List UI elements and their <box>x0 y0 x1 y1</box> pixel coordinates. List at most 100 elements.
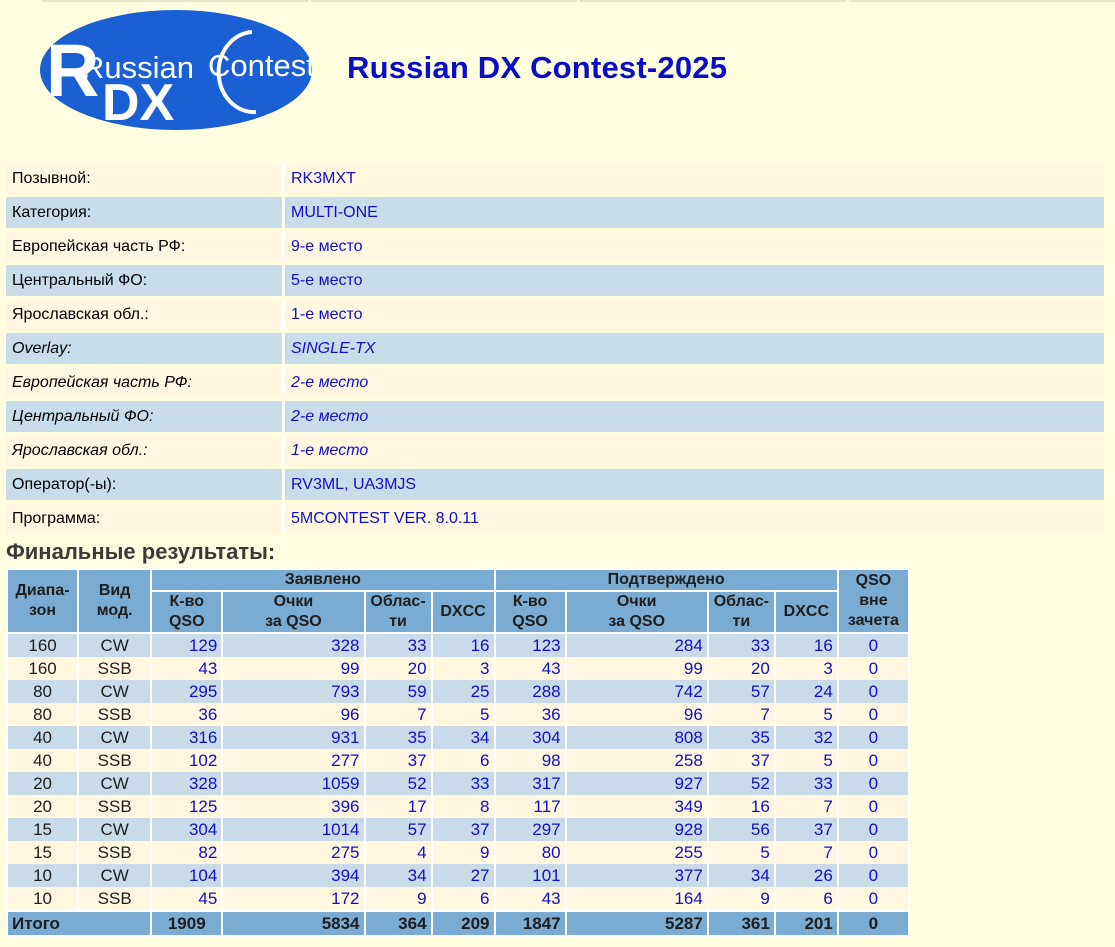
info-row: Категория: MULTI-ONE <box>6 197 1104 228</box>
total-out-of-score: 0 <box>836 910 911 937</box>
cell-out-of-score: 0 <box>836 887 911 911</box>
cell-out-of-score: 0 <box>836 749 911 772</box>
cell-confirmed-points: 255 <box>564 841 709 864</box>
info-row: Оператор(-ы): RV3ML, UA3MJS <box>6 469 1104 500</box>
info-row: Программа: 5MCONTEST VER. 8.0.11 <box>6 503 1104 534</box>
info-value: RK3MXT <box>285 163 1104 194</box>
cell-confirmed-points: 164 <box>564 887 709 911</box>
cell-confirmed-points: 377 <box>564 864 709 887</box>
cell-confirmed-regions: 37 <box>706 749 776 772</box>
cell-confirmed-points: 928 <box>564 818 709 841</box>
info-value: MULTI-ONE <box>285 197 1104 228</box>
cell-claimed-points: 1059 <box>221 772 366 795</box>
cell-claimed-points: 396 <box>221 795 366 818</box>
cell-claimed-points: 99 <box>221 657 366 680</box>
total-claimed-dxcc: 209 <box>430 910 496 937</box>
header-confirmed-points: Очки за QSO <box>564 590 709 634</box>
cell-confirmed-regions: 56 <box>706 818 776 841</box>
cell-claimed-regions: 52 <box>363 772 433 795</box>
info-row: Европейская часть РФ: 2-е место <box>6 367 1104 398</box>
cell-claimed-points: 277 <box>221 749 366 772</box>
cell-confirmed-points: 808 <box>564 726 709 749</box>
header-out-of-score: QSO вне зачета <box>836 568 911 634</box>
info-row: Центральный ФО: 2-е место <box>6 401 1104 432</box>
info-value: 5MCONTEST VER. 8.0.11 <box>285 503 1104 534</box>
cell-mode: CW <box>77 772 153 795</box>
info-label: Европейская часть РФ: <box>6 367 285 398</box>
header-claimed-regions: Облас- ти <box>363 590 433 634</box>
cell-confirmed-dxcc: 7 <box>773 841 839 864</box>
info-label: Категория: <box>6 197 285 228</box>
cell-band: 80 <box>5 680 80 703</box>
header-band: Диапа- зон <box>5 568 80 634</box>
cell-confirmed-dxcc: 5 <box>773 749 839 772</box>
info-value: 2-е место <box>285 367 1104 398</box>
participant-info-table: Позывной: RK3MXT Категория: MULTI-ONE Европе… <box>6 160 1104 537</box>
info-label: Европейская часть РФ: <box>6 231 285 262</box>
cell-confirmed-regions: 57 <box>706 680 776 703</box>
cell-mode: CW <box>77 864 153 887</box>
info-label: Ярославская обл.: <box>6 435 285 466</box>
cell-confirmed-regions: 52 <box>706 772 776 795</box>
results-row: 10 SSB 45 172 9 6 43 164 9 6 0 <box>5 887 911 911</box>
info-value: SINGLE-TX <box>285 333 1104 364</box>
cell-claimed-qso: 45 <box>150 887 224 911</box>
cell-confirmed-points: 96 <box>564 703 709 726</box>
info-label: Позывной: <box>6 163 285 194</box>
cell-band: 40 <box>5 749 80 772</box>
cell-mode: SSB <box>77 887 153 911</box>
cell-claimed-regions: 37 <box>363 749 433 772</box>
cell-confirmed-qso: 304 <box>493 726 567 749</box>
cell-out-of-score: 0 <box>836 680 911 703</box>
cell-confirmed-points: 258 <box>564 749 709 772</box>
cell-band: 10 <box>5 887 80 911</box>
info-value: 2-е место <box>285 401 1104 432</box>
results-row: 20 SSB 125 396 17 8 117 349 16 7 0 <box>5 795 911 818</box>
cell-mode: CW <box>77 818 153 841</box>
cell-claimed-dxcc: 5 <box>430 703 496 726</box>
cell-out-of-score: 0 <box>836 864 911 887</box>
cell-claimed-qso: 43 <box>150 657 224 680</box>
cell-out-of-score: 0 <box>836 633 911 657</box>
info-label: Ярославская обл.: <box>6 299 285 330</box>
header-claimed-qso: К-во QSO <box>150 590 224 634</box>
cell-claimed-qso: 82 <box>150 841 224 864</box>
top-border <box>42 0 1115 2</box>
cell-confirmed-dxcc: 7 <box>773 795 839 818</box>
cell-claimed-regions: 59 <box>363 680 433 703</box>
cell-claimed-regions: 20 <box>363 657 433 680</box>
cell-claimed-qso: 328 <box>150 772 224 795</box>
results-row: 10 CW 104 394 34 27 101 377 34 26 0 <box>5 864 911 887</box>
results-row: 80 SSB 36 96 7 5 36 96 7 5 0 <box>5 703 911 726</box>
total-claimed-qso: 1909 <box>150 910 224 937</box>
cell-claimed-qso: 295 <box>150 680 224 703</box>
cell-confirmed-qso: 288 <box>493 680 567 703</box>
cell-claimed-dxcc: 25 <box>430 680 496 703</box>
results-row: 160 CW 129 328 33 16 123 284 33 16 0 <box>5 633 911 657</box>
info-label: Центральный ФО: <box>6 265 285 296</box>
info-label: Центральный ФО: <box>6 401 285 432</box>
cell-claimed-points: 328 <box>221 633 366 657</box>
cell-confirmed-qso: 117 <box>493 795 567 818</box>
cell-confirmed-qso: 297 <box>493 818 567 841</box>
info-label: Overlay: <box>6 333 285 364</box>
cell-claimed-points: 1014 <box>221 818 366 841</box>
cell-confirmed-dxcc: 26 <box>773 864 839 887</box>
cell-claimed-qso: 304 <box>150 818 224 841</box>
cell-confirmed-dxcc: 33 <box>773 772 839 795</box>
cell-band: 15 <box>5 841 80 864</box>
cell-claimed-points: 931 <box>221 726 366 749</box>
results-row: 160 SSB 43 99 20 3 43 99 20 3 0 <box>5 657 911 680</box>
cell-mode: SSB <box>77 657 153 680</box>
cell-mode: SSB <box>77 795 153 818</box>
cell-confirmed-qso: 101 <box>493 864 567 887</box>
header-claimed: Заявлено <box>150 568 496 592</box>
cell-claimed-qso: 36 <box>150 703 224 726</box>
cell-confirmed-qso: 123 <box>493 633 567 657</box>
info-row: Overlay: SINGLE-TX <box>6 333 1104 364</box>
cell-claimed-dxcc: 37 <box>430 818 496 841</box>
cell-confirmed-points: 284 <box>564 633 709 657</box>
cell-claimed-points: 172 <box>221 887 366 911</box>
cell-claimed-dxcc: 8 <box>430 795 496 818</box>
logo-letters-dx: DX <box>102 74 175 132</box>
